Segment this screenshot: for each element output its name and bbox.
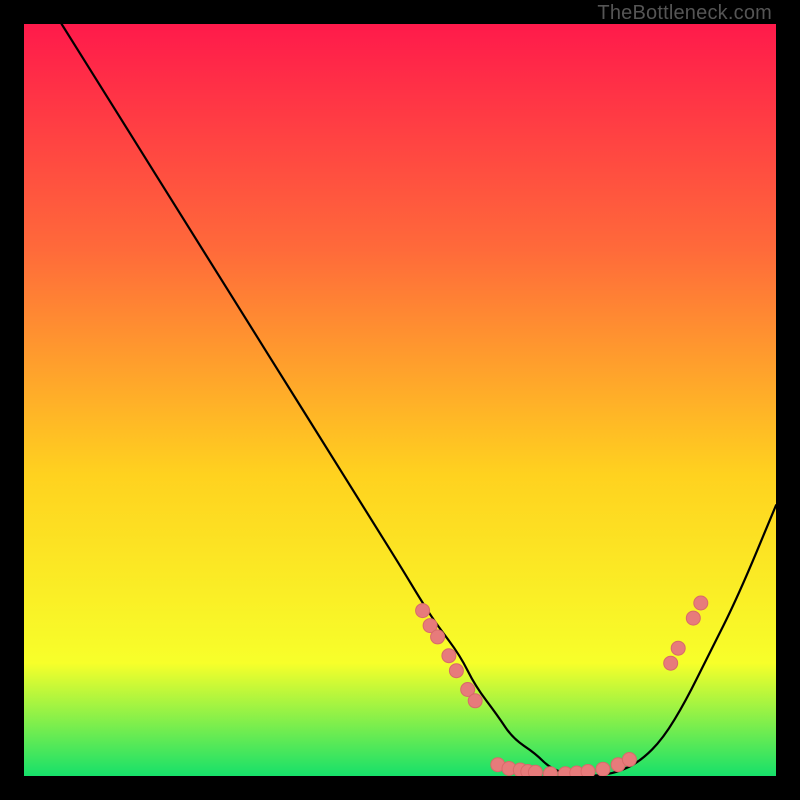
data-point <box>431 630 445 644</box>
data-point <box>449 664 463 678</box>
data-point <box>442 649 456 663</box>
watermark-text: TheBottleneck.com <box>597 2 772 25</box>
data-point <box>671 641 685 655</box>
data-point <box>528 765 542 776</box>
data-point <box>468 694 482 708</box>
data-point <box>416 604 430 618</box>
bottleneck-chart <box>24 24 776 776</box>
data-point <box>686 611 700 625</box>
data-point <box>694 596 708 610</box>
chart-frame <box>24 24 776 776</box>
data-point <box>664 656 678 670</box>
data-point <box>596 762 610 776</box>
data-point <box>543 767 557 776</box>
data-point <box>581 765 595 777</box>
data-point <box>622 753 636 767</box>
